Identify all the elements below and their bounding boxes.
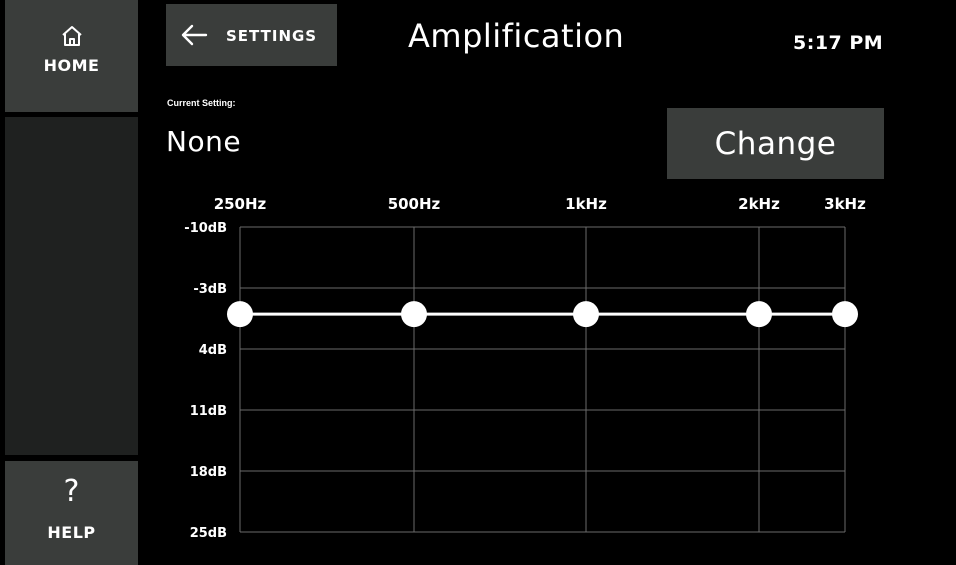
data-point-handle[interactable] <box>573 301 599 328</box>
x-tick-label: 500Hz <box>388 195 441 213</box>
x-tick-label: 2kHz <box>738 195 780 213</box>
x-tick-label: 250Hz <box>214 195 267 213</box>
data-point-handle[interactable] <box>832 301 858 328</box>
y-tick-label: 18dB <box>190 465 227 480</box>
data-point-handle[interactable] <box>746 301 772 328</box>
amplification-chart: -10dB -3dB 4dB 11dB 18dB 25dB 250Hz 500Hz 1kHz 2… <box>184 195 866 541</box>
x-tick-label: 1kHz <box>565 195 607 213</box>
y-tick-label: -3dB <box>193 282 227 297</box>
y-tick-label: 11dB <box>190 404 227 419</box>
y-tick-label: -10dB <box>184 221 227 236</box>
y-tick-label: 4dB <box>199 343 227 358</box>
data-point-handle[interactable] <box>227 301 253 328</box>
data-point-handle[interactable] <box>401 301 427 328</box>
y-tick-label: 25dB <box>190 526 227 541</box>
x-tick-label: 3kHz <box>824 195 866 213</box>
